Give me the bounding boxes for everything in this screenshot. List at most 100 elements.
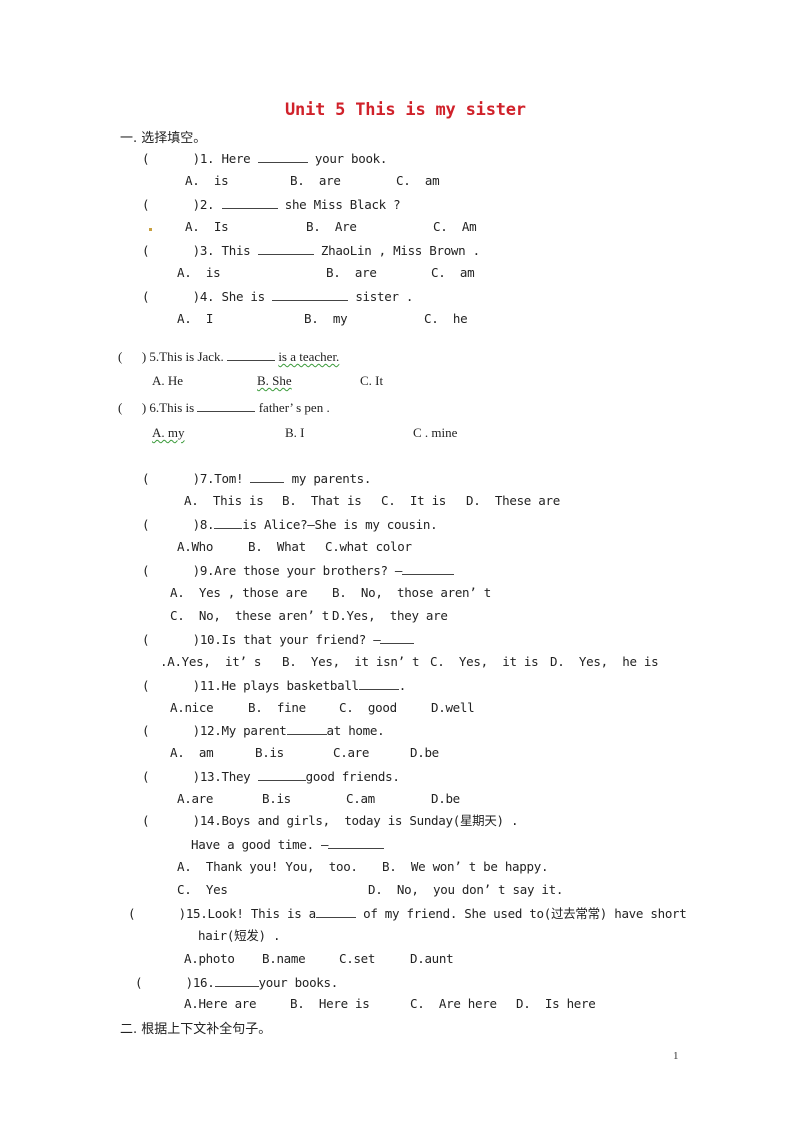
option-a: A. This is — [184, 493, 264, 508]
answer-blank — [197, 399, 256, 412]
option-d: D.aunt — [410, 951, 454, 966]
question-15-line-2: hair(短发) . — [198, 928, 281, 943]
answer-paren[interactable]: ( ) — [118, 349, 146, 364]
answer-blank — [214, 974, 259, 987]
option-b: B. are — [326, 265, 377, 280]
page-number: 1 — [673, 1050, 679, 1062]
question-8: ( )8. is Alice?—She is my cousin. — [142, 516, 438, 532]
answer-paren[interactable]: ( ) — [135, 975, 193, 990]
answer-blank — [227, 348, 276, 361]
answer-paren[interactable]: ( ) — [142, 632, 200, 647]
option-b: B. Yes, it isn’ t — [282, 654, 420, 669]
option-a: A. He — [152, 373, 184, 388]
option-c: C.what color — [325, 539, 412, 554]
question-10: ( )10.Is that your friend? — — [142, 631, 415, 648]
option-a: A.photo — [184, 951, 235, 966]
question-2: ( )2. she Miss Black ? — [142, 196, 401, 212]
option-c: C.are — [333, 745, 370, 760]
question-4: ( )4. She is sister . — [142, 288, 414, 304]
option-d: D. No, you don’ t say it. — [368, 882, 564, 897]
option-c: C. am — [431, 265, 475, 280]
option-a: A. Thank you! You, too. — [177, 859, 358, 874]
option-c: C. Yes, it is — [430, 654, 539, 669]
answer-blank — [221, 196, 278, 209]
answer-blank — [286, 722, 327, 735]
option-b: B. are — [290, 173, 341, 188]
answer-paren[interactable]: ( ) — [142, 769, 200, 784]
option-c: C. It is — [381, 493, 447, 508]
option-c: C. Yes — [177, 882, 228, 897]
section-heading-complete-sentences: 二. 根据上下文补全句子。 — [120, 1022, 272, 1037]
question-14-line-2: Have a good time. — — [191, 836, 385, 853]
answer-paren[interactable]: ( ) — [142, 678, 200, 693]
answer-paren[interactable]: ( ) — [142, 197, 200, 212]
answer-paren[interactable]: ( ) — [142, 243, 200, 258]
option-c: C. No, these aren’ t — [170, 608, 329, 623]
option-c: C. Am — [433, 219, 477, 234]
option-b: B. She — [257, 373, 292, 388]
option-a: .A.Yes, it’ s — [160, 654, 262, 669]
question-9: ( )9.Are those your brothers? — — [142, 562, 455, 579]
option-a: A. Yes , those are — [170, 585, 308, 600]
answer-blank — [402, 562, 455, 575]
answer-blank — [257, 242, 314, 255]
question-13: ( )13.They good friends. — [142, 768, 400, 784]
option-c: C. he — [424, 311, 468, 326]
option-c: C. good — [339, 700, 397, 715]
answer-paren[interactable]: ( ) — [142, 289, 200, 304]
option-b: B. I — [285, 425, 305, 440]
answer-blank — [272, 288, 349, 301]
option-b: B. my — [304, 311, 348, 326]
option-b: B. Here is — [290, 996, 370, 1011]
document-page: Unit 5 This is my sister 一. 选择填空。 ( )1. … — [0, 0, 800, 1132]
option-b: B.is — [262, 791, 291, 806]
option-b: B. fine — [248, 700, 306, 715]
option-b: B. We won’ t be happy. — [382, 859, 549, 874]
option-b: B. Are — [306, 219, 357, 234]
answer-blank — [257, 768, 306, 781]
option-c: C. Are here — [410, 996, 497, 1011]
option-a: A.Here are — [184, 996, 257, 1011]
answer-paren[interactable]: ( ) — [142, 517, 200, 532]
option-a: A. is — [177, 265, 221, 280]
question-7: ( )7.Tom! my parents. — [142, 471, 372, 486]
section-heading-multiple-choice: 一. 选择填空。 — [120, 131, 207, 146]
answer-paren[interactable]: ( ) — [142, 151, 200, 166]
option-a: A. is — [185, 173, 229, 188]
document-title: Unit 5 This is my sister — [285, 100, 526, 120]
question-12: ( )12.My parent at home. — [142, 722, 385, 738]
option-a: A. Is — [185, 219, 229, 234]
answer-paren[interactable]: ( ) — [142, 471, 200, 486]
answer-paren[interactable]: ( ) — [128, 906, 186, 921]
answer-blank — [358, 677, 399, 690]
question-5: ( ) 5.This is Jack. is a teacher. — [118, 348, 340, 364]
answer-paren[interactable]: ( ) — [118, 400, 146, 415]
option-b: B.is — [255, 745, 284, 760]
answer-paren[interactable]: ( ) — [142, 563, 200, 578]
option-d: D. Is here — [516, 996, 596, 1011]
option-b: B. No, those aren’ t — [332, 585, 491, 600]
question-15: ( )15.Look! This is a of my friend. She … — [128, 906, 687, 921]
option-b: B. What — [248, 539, 306, 554]
option-c: C. It — [360, 373, 384, 388]
answer-paren[interactable]: ( ) — [142, 723, 200, 738]
option-a: A.nice — [170, 700, 214, 715]
option-a: A. my — [152, 425, 185, 440]
answer-blank — [214, 516, 243, 529]
answer-blank — [328, 836, 385, 849]
answer-paren[interactable]: ( ) — [142, 813, 200, 828]
answer-blank — [380, 631, 415, 644]
option-d: D.be — [431, 791, 460, 806]
stray-mark — [149, 228, 152, 231]
option-c: C . mine — [413, 425, 458, 440]
option-c: C. am — [396, 173, 440, 188]
option-a: A.are — [177, 791, 214, 806]
option-b: B. That is — [282, 493, 362, 508]
option-a: A. am — [170, 745, 214, 760]
option-d: D. Yes, he is — [550, 654, 659, 669]
option-b: B.name — [262, 951, 306, 966]
answer-blank — [257, 150, 308, 163]
question-3: ( )3. This ZhaoLin , Miss Brown . — [142, 242, 480, 258]
option-c: C.am — [346, 791, 375, 806]
option-d: D.well — [431, 700, 475, 715]
